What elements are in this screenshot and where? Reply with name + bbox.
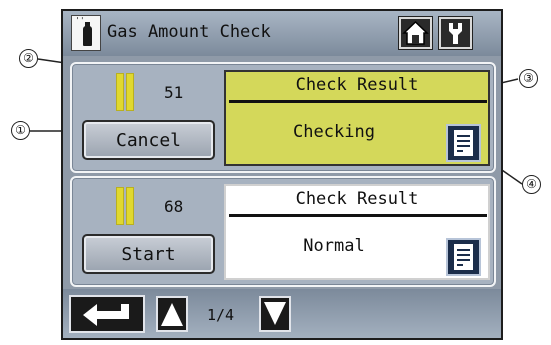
wrench-icon (449, 23, 462, 44)
divider (229, 214, 487, 217)
document-icon (454, 244, 473, 270)
home-icon (402, 20, 429, 45)
callout-2: ② (19, 49, 38, 68)
check-result-label: Check Result (295, 189, 419, 209)
triangle-up-icon (161, 303, 183, 326)
gas-cylinder-icon: '' (71, 15, 101, 51)
check-result-value: Checking (293, 122, 375, 142)
result-detail-button[interactable] (446, 124, 481, 162)
start-button[interactable]: Start (82, 234, 215, 274)
callout-4: ④ (522, 175, 541, 194)
check-result-box: Check Result Checking (224, 70, 490, 166)
page-indicator: 1/4 (207, 306, 235, 324)
callout-3: ③ (519, 69, 538, 88)
header-bar: '' Gas Amount Check (63, 11, 501, 56)
gas-cylinder-icon (116, 187, 136, 225)
divider (229, 100, 487, 103)
gas-panel-1: 51 Cancel Check Result Checking (70, 62, 496, 173)
gas-cylinder-icon (116, 73, 136, 111)
triangle-down-icon (264, 302, 286, 325)
device-screen: '' Gas Amount Check 51 Cancel Check Resu… (61, 9, 503, 340)
tools-button[interactable] (439, 17, 472, 49)
check-result-box: Check Result Normal (224, 184, 490, 280)
back-button[interactable] (69, 295, 145, 333)
callout-1: ① (11, 121, 30, 140)
home-button[interactable] (399, 17, 432, 49)
page-down-button[interactable] (259, 296, 291, 332)
result-detail-button[interactable] (446, 238, 481, 276)
footer-bar: 1/4 (63, 289, 501, 338)
page-up-button[interactable] (156, 296, 188, 332)
gas-amount: 68 (164, 197, 184, 216)
cancel-button[interactable]: Cancel (82, 120, 215, 160)
gas-panel-2: 68 Start Check Result Normal (70, 176, 496, 287)
page-title: Gas Amount Check (107, 22, 271, 42)
document-icon (454, 130, 473, 156)
check-result-value: Normal (303, 236, 365, 256)
check-result-label: Check Result (295, 75, 419, 95)
gas-amount: 51 (164, 83, 184, 102)
return-arrow-icon (83, 304, 129, 326)
